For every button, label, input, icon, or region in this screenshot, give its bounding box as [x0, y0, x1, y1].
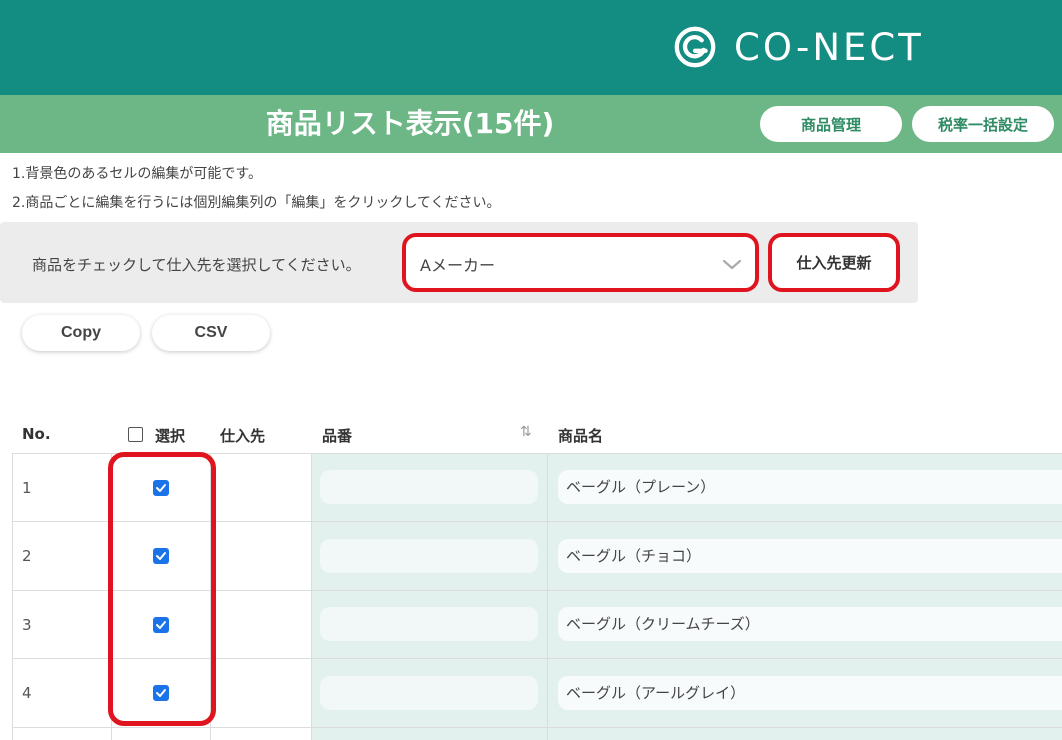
product-name-input[interactable]: ベーグル（アールグレイ） — [558, 676, 1062, 710]
csv-button[interactable]: CSV — [152, 315, 270, 351]
check-icon — [156, 621, 166, 629]
supplier-panel: 商品をチェックして仕入先を選択してください。 Aメーカー 仕入先更新 — [0, 222, 918, 303]
sort-icon[interactable]: ⇅ — [520, 424, 532, 440]
select-all-checkbox[interactable] — [128, 427, 143, 442]
page-title: 商品リスト表示(15件) — [265, 107, 555, 140]
check-icon — [156, 484, 166, 492]
brand-name: CO-NECT — [734, 25, 924, 69]
note-editable-cells: 1.背景色のあるセルの編集が可能です。 — [12, 166, 262, 182]
note-edit-individual: 2.商品ごとに編集を行うには個別編集列の「編集」をクリックしてください。 — [12, 195, 501, 211]
row-select-checkbox[interactable] — [153, 617, 169, 633]
row-select-checkbox[interactable] — [153, 548, 169, 564]
row-select-checkbox[interactable] — [153, 480, 169, 496]
product-name-input[interactable]: ベーグル（チョコ） — [558, 539, 1062, 573]
column-header-name[interactable]: 商品名 — [558, 425, 603, 446]
sku-input[interactable] — [320, 676, 538, 710]
column-divider — [111, 453, 112, 740]
supplier-update-button[interactable]: 仕入先更新 — [768, 233, 900, 292]
brand-logo: CO-NECT — [672, 22, 924, 72]
column-header-no[interactable]: No. — [22, 425, 51, 443]
column-header-sku[interactable]: 品番 — [322, 425, 352, 446]
sku-input[interactable] — [320, 607, 538, 641]
row-divider — [12, 453, 1062, 454]
column-divider — [311, 453, 312, 740]
row-number: 2 — [22, 547, 32, 565]
copy-button[interactable]: Copy — [22, 315, 140, 351]
row-divider — [12, 590, 1062, 591]
tax-settings-button[interactable]: 税率一括設定 — [912, 106, 1054, 142]
title-bar: 商品リスト表示(15件) 商品管理 税率一括設定 — [0, 95, 1062, 153]
row-number: 4 — [22, 684, 32, 702]
row-select-checkbox[interactable] — [153, 685, 169, 701]
supplier-prompt: 商品をチェックして仕入先を選択してください。 — [32, 256, 361, 274]
check-icon — [156, 552, 166, 560]
sku-input[interactable] — [320, 470, 538, 504]
row-number: 1 — [22, 479, 32, 497]
row-divider — [12, 727, 1062, 728]
top-bar: CO-NECT — [0, 0, 1062, 95]
row-divider — [12, 521, 1062, 522]
chevron-down-icon — [722, 259, 742, 270]
row-number: 3 — [22, 616, 32, 634]
column-divider — [547, 453, 548, 740]
column-divider — [12, 453, 13, 740]
column-header-select[interactable]: 選択 — [155, 425, 185, 446]
check-icon — [156, 689, 166, 697]
supplier-select[interactable]: Aメーカー — [402, 233, 759, 292]
supplier-select-value: Aメーカー — [420, 256, 495, 275]
product-management-button[interactable]: 商品管理 — [760, 106, 902, 142]
column-header-supplier[interactable]: 仕入先 — [220, 425, 265, 446]
product-name-input[interactable]: ベーグル（クリームチーズ） — [558, 607, 1062, 641]
conect-logo-icon — [674, 26, 716, 68]
sku-input[interactable] — [320, 539, 538, 573]
product-name-input[interactable]: ベーグル（プレーン） — [558, 470, 1062, 504]
column-divider — [210, 453, 211, 740]
row-divider — [12, 658, 1062, 659]
